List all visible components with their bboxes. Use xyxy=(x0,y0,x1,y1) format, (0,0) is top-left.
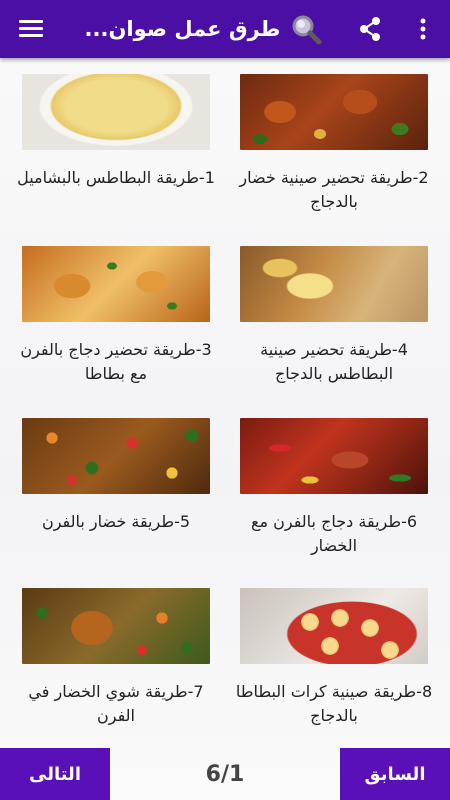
search-icon xyxy=(292,15,322,45)
recipe-photo xyxy=(240,418,428,494)
previous-button[interactable]: السابق xyxy=(340,748,450,800)
recipe-title: 2-طريقة تحضير صينية خضار بالدجاج xyxy=(239,168,429,211)
menu-button[interactable] xyxy=(14,0,48,58)
recipe-title: 4-طريقة تحضير صينية البطاطس بالدجاج xyxy=(260,340,408,383)
recipe-card-8[interactable]: 8-طريقة صينية كرات البطاطا بالدجاج xyxy=(236,572,432,742)
app-title: طرق عمل صوان... xyxy=(84,17,281,41)
recipe-photo xyxy=(22,246,210,322)
recipe-photo xyxy=(22,588,210,664)
recipe-title: 8-طريقة صينية كرات البطاطا بالدجاج xyxy=(235,682,433,725)
recipe-photo xyxy=(240,588,428,664)
recipe-photo xyxy=(22,418,210,494)
recipe-card-6[interactable]: 6-طريقة دجاج بالفرن مع الخضار xyxy=(240,402,430,572)
recipe-title: 1-طريقة البطاطس بالبشاميل xyxy=(17,168,215,187)
recipe-photo xyxy=(240,74,428,150)
recipe-card-5[interactable]: 5-طريقة خضار بالفرن xyxy=(22,402,212,572)
recipe-card-3[interactable]: 3-طريقة تحضير دجاج بالفرن مع بطاطا xyxy=(20,230,212,400)
recipe-title: 5-طريقة خضار بالفرن xyxy=(41,512,191,531)
next-button[interactable]: التالى xyxy=(0,748,110,800)
more-vertical-icon xyxy=(420,18,426,40)
search-button[interactable] xyxy=(286,0,326,58)
page-indicator: 6/1 xyxy=(205,761,245,787)
more-options-button[interactable] xyxy=(410,0,436,58)
hamburger-menu-icon xyxy=(19,20,43,38)
app-toolbar: طرق عمل صوان... xyxy=(0,0,450,58)
recipe-title: 6-طريقة دجاج بالفرن مع الخضار xyxy=(250,512,418,555)
recipe-card-2[interactable]: 2-طريقة تحضير صينية خضار بالدجاج xyxy=(239,58,430,228)
recipe-card-1[interactable]: 1-طريقة البطاطس بالبشاميل xyxy=(17,58,215,228)
recipe-title: 3-طريقة تحضير دجاج بالفرن مع بطاطا xyxy=(20,340,212,383)
pagination-bar: التالى 6/1 السابق xyxy=(0,748,450,800)
share-icon xyxy=(360,17,380,41)
recipe-photo xyxy=(240,246,428,322)
recipe-card-4[interactable]: 4-طريقة تحضير صينية البطاطس بالدجاج xyxy=(240,230,430,400)
share-button[interactable] xyxy=(354,0,386,58)
recipe-photo xyxy=(22,74,210,150)
recipe-grid: 2-طريقة تحضير صينية خضار بالدجاج 1-طريقة… xyxy=(0,58,450,748)
recipe-card-7[interactable]: 7-طريقة شوي الخضار في الفرن xyxy=(22,572,212,742)
recipe-title: 7-طريقة شوي الخضار في الفرن xyxy=(28,682,204,725)
